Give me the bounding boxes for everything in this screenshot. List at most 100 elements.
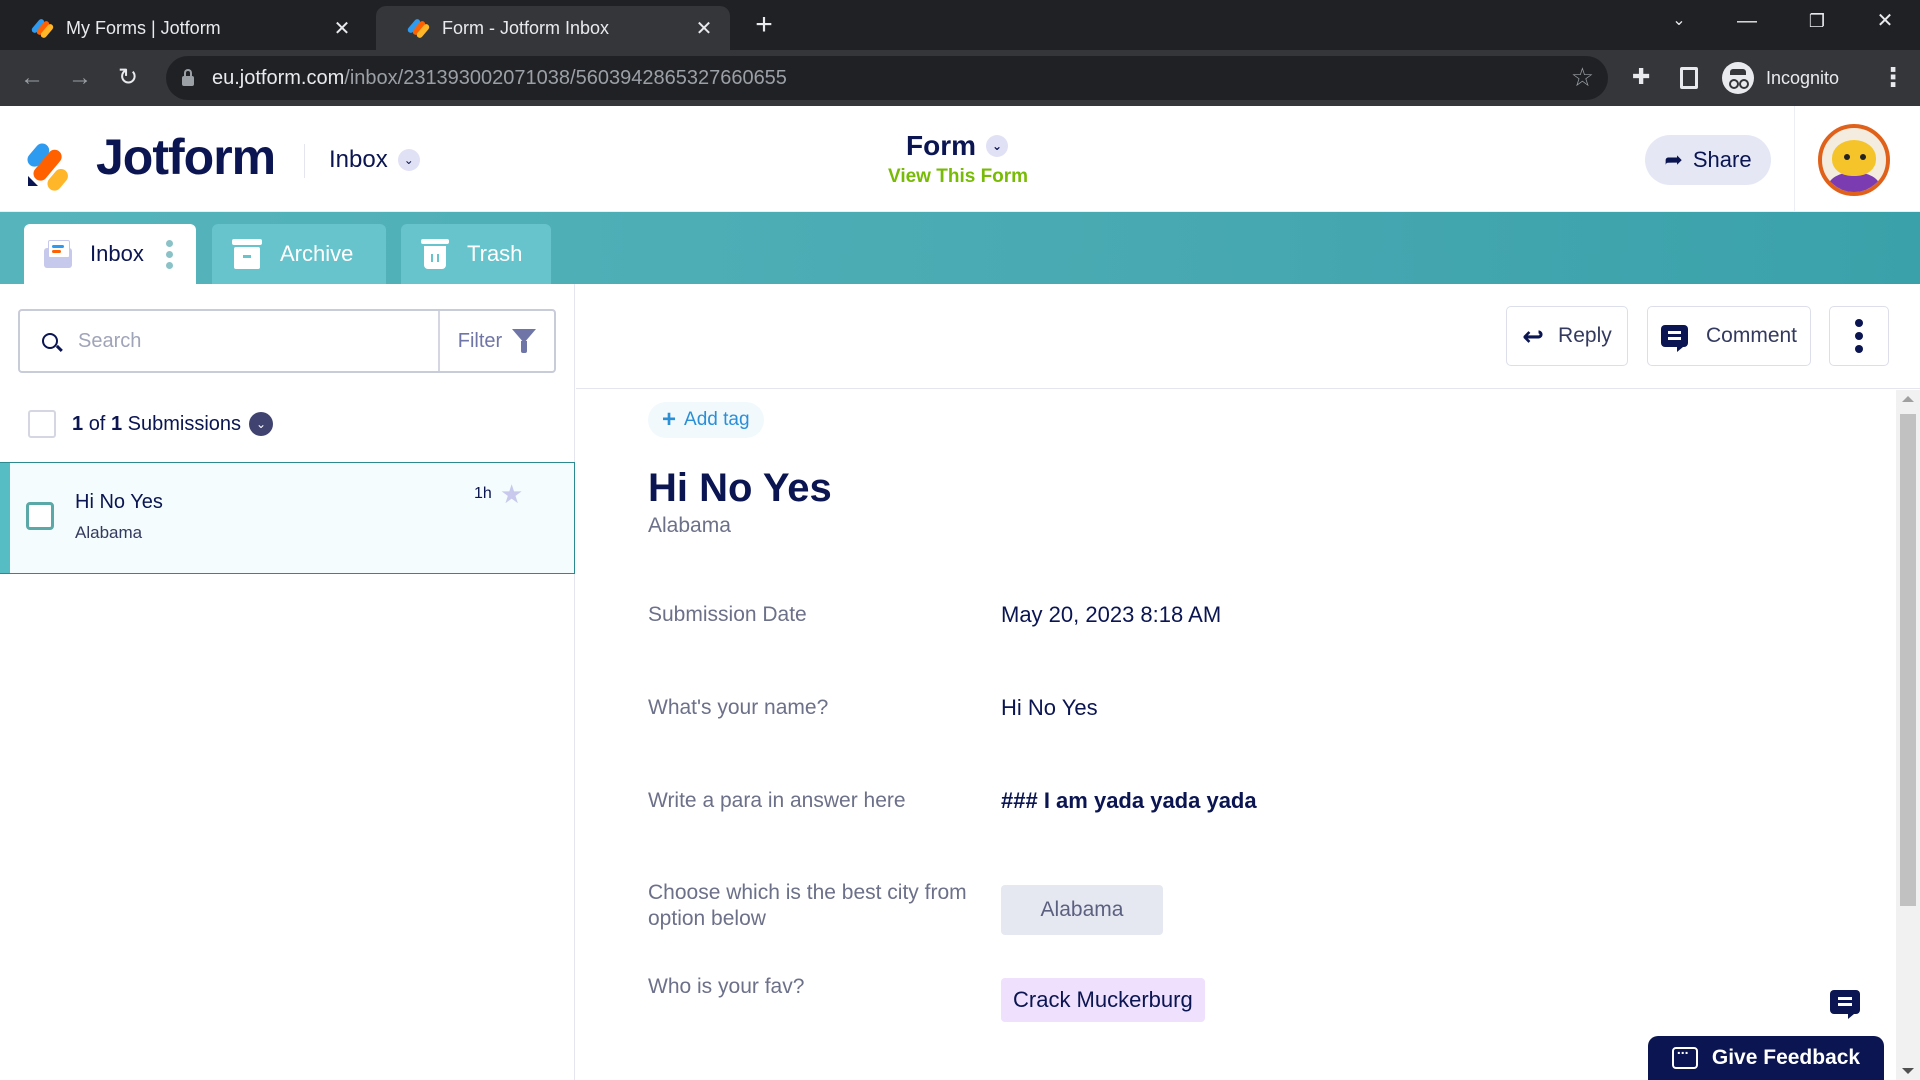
extensions-puzzle-icon[interactable]: ✚: [1632, 64, 1650, 90]
field-value: ### I am yada yada yada: [1001, 788, 1257, 813]
submission-subtitle: Alabama: [75, 523, 143, 542]
chevron-down-icon[interactable]: ⌄: [249, 412, 274, 436]
reply-button[interactable]: ↩ Reply: [1506, 306, 1628, 366]
submission-checkbox[interactable]: [26, 502, 54, 530]
chevron-down-icon: ⌄: [986, 135, 1008, 157]
view-form-link[interactable]: View This Form: [888, 166, 1028, 188]
plus-icon: +: [662, 406, 677, 433]
incognito-label: Incognito: [1766, 67, 1840, 88]
field-label: Submission Date: [648, 603, 807, 626]
choice-chip: Crack Muckerburg: [1001, 978, 1205, 1022]
lock-icon: [182, 69, 194, 86]
submission-subtitle: Alabama: [648, 514, 731, 537]
browser-tab-title: Form - Jotform Inbox: [442, 17, 610, 38]
back-arrow-icon[interactable]: ←: [14, 60, 50, 96]
search-bar: Filter: [18, 309, 556, 373]
submission-detail-panel: ↩ Reply Comment + Add tag Hi No Yes Alab…: [576, 284, 1920, 1080]
jotform-favicon-icon: [30, 17, 55, 40]
avatar-divider: [1794, 106, 1795, 212]
close-tab-icon[interactable]: ✕: [694, 16, 714, 41]
browser-menu-icon[interactable]: ⋮: [1880, 62, 1906, 93]
add-tag-label: Add tag: [684, 409, 750, 430]
share-button[interactable]: ➦ Share: [1645, 135, 1771, 185]
chevron-down-icon: ⌄: [397, 149, 420, 171]
comment-button[interactable]: Comment: [1647, 306, 1811, 366]
give-feedback-button[interactable]: Give Feedback: [1648, 1036, 1884, 1080]
address-bar[interactable]: eu.jotform.com/inbox/231393002071038/560…: [166, 56, 1608, 100]
bookmark-star-icon[interactable]: ☆: [1571, 64, 1594, 90]
tab-archive[interactable]: Archive: [212, 224, 386, 284]
filter-button[interactable]: Filter: [438, 311, 554, 371]
form-title-dropdown[interactable]: Form ⌄: [906, 130, 1008, 162]
brand-name[interactable]: Jotform: [96, 128, 276, 186]
restore-button[interactable]: ❐: [1792, 0, 1842, 44]
inbox-envelope-icon: [44, 240, 72, 268]
incognito-profile-button[interactable]: Incognito: [1722, 58, 1858, 98]
tab-trash[interactable]: Trash: [401, 224, 551, 284]
browser-tab-inbox[interactable]: Form - Jotform Inbox ✕: [376, 6, 730, 50]
choice-chip: Alabama: [1001, 885, 1163, 935]
detail-action-bar: ↩ Reply Comment: [576, 284, 1920, 389]
incognito-icon: [1722, 62, 1754, 94]
detail-content: + Add tag Hi No Yes Alabama Submission D…: [576, 390, 1896, 1080]
user-avatar[interactable]: [1818, 124, 1890, 196]
share-arrow-icon: ➦: [1664, 147, 1683, 172]
comment-bubble-icon: [1660, 325, 1688, 352]
submission-time: 1h: [474, 485, 492, 502]
tab-inbox[interactable]: Inbox: [24, 224, 196, 284]
field-value: Hi No Yes: [1001, 695, 1098, 720]
close-window-button[interactable]: ✕: [1860, 0, 1910, 44]
close-tab-icon[interactable]: ✕: [332, 16, 352, 41]
submission-name: Hi No Yes: [75, 491, 163, 513]
more-options-button[interactable]: [1829, 306, 1889, 366]
select-all-checkbox[interactable]: [28, 410, 56, 438]
forward-arrow-icon[interactable]: →: [62, 60, 98, 96]
archive-box-icon: [232, 239, 262, 269]
submission-list-panel: Filter 1 of 1 Submissions ⌄ Hi No Yes Al…: [0, 284, 575, 1080]
field-label: Write a para in answer here: [648, 789, 906, 812]
reply-label: Reply: [1558, 324, 1612, 347]
reply-arrow-icon: ↩: [1522, 320, 1545, 351]
tab-label: Inbox: [90, 241, 144, 266]
trash-can-icon: [421, 239, 449, 269]
star-icon[interactable]: ★: [500, 479, 523, 510]
tab-label: Archive: [280, 241, 354, 266]
browser-tab-title: My Forms | Jotform: [66, 17, 221, 38]
comment-label: Comment: [1705, 324, 1798, 347]
jotform-logo-icon[interactable]: [24, 132, 76, 194]
share-label: Share: [1692, 147, 1752, 172]
field-value: May 20, 2023 8:18 AM: [1001, 602, 1222, 627]
scroll-up-icon[interactable]: [1902, 396, 1914, 402]
minimize-button[interactable]: —: [1722, 0, 1772, 44]
filter-funnel-icon: [512, 329, 537, 353]
submission-count-row: 1 of 1 Submissions ⌄: [28, 410, 274, 438]
vertical-scrollbar[interactable]: [1896, 390, 1920, 1080]
side-panel-icon[interactable]: [1680, 67, 1698, 89]
selected-indicator: [0, 463, 10, 573]
new-tab-button[interactable]: +: [748, 8, 780, 44]
tab-search-chevron-icon[interactable]: ⌄: [1654, 0, 1704, 44]
section-dropdown[interactable]: Inbox ⌄: [329, 146, 420, 174]
reload-icon[interactable]: ↻: [110, 60, 146, 96]
section-dropdown-label: Inbox: [329, 146, 388, 173]
browser-tab-my-forms[interactable]: My Forms | Jotform ✕: [0, 6, 368, 50]
scroll-down-icon[interactable]: [1902, 1068, 1914, 1074]
tab-label: Trash: [467, 241, 523, 266]
submission-list-item[interactable]: Hi No Yes Alabama 1h ★: [0, 462, 575, 574]
app-header: Jotform Inbox ⌄ Form ⌄ View This Form ➦ …: [0, 106, 1920, 212]
scrollbar-thumb[interactable]: [1900, 414, 1916, 906]
browser-toolbar: ← → ↻ eu.jotform.com/inbox/2313930020710…: [0, 50, 1920, 106]
submission-count: 1 of 1 Submissions: [72, 412, 242, 435]
chat-bubble-icon[interactable]: [1830, 990, 1860, 1019]
inbox-tab-bar: Inbox Archive Trash: [0, 212, 1920, 284]
tab-options-icon[interactable]: [165, 239, 173, 269]
submission-title: Hi No Yes: [648, 466, 832, 510]
url-text: eu.jotform.com/inbox/231393002071038/560…: [212, 66, 787, 89]
more-vertical-icon: [1855, 319, 1863, 353]
field-label: What's your name?: [648, 696, 829, 719]
add-tag-button[interactable]: + Add tag: [648, 402, 764, 438]
search-input[interactable]: [78, 329, 438, 353]
field-label: Choose which is the best city from optio…: [648, 881, 967, 930]
browser-tab-strip: My Forms | Jotform ✕ Form - Jotform Inbo…: [0, 0, 1920, 50]
feedback-edit-icon: [1671, 1041, 1698, 1069]
